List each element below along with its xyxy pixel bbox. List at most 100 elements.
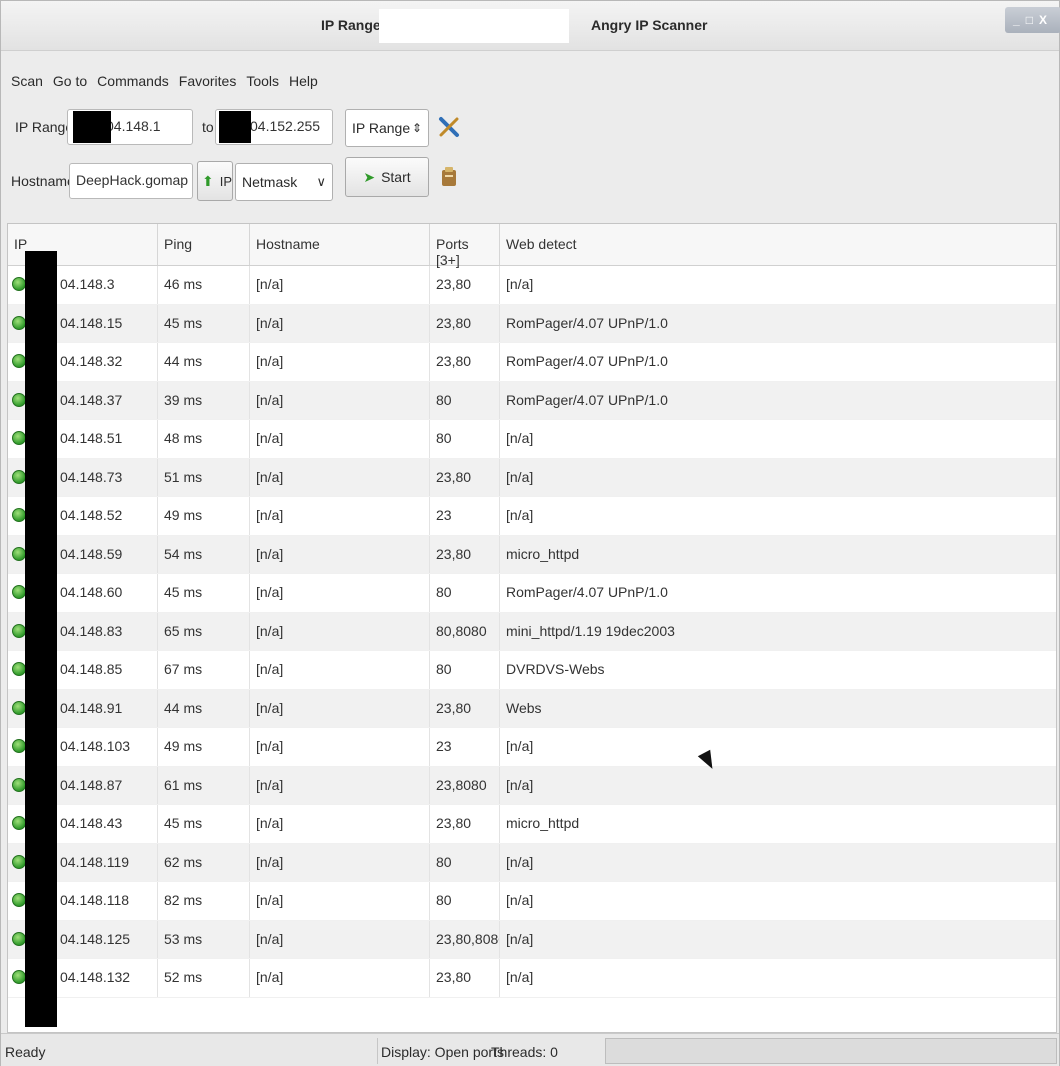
ip-address: 04.148.73: [60, 468, 123, 485]
cell-ports: 23,80: [430, 959, 500, 997]
status-bar: Ready Display: Open ports Threads: 0: [1, 1033, 1059, 1066]
cell-ping: 51 ms: [158, 458, 250, 496]
menu-goto[interactable]: Go to: [53, 73, 87, 89]
ip-lookup-button[interactable]: ⬆ IP: [197, 161, 233, 201]
netmask-select-value: Netmask: [242, 174, 298, 190]
columns-icon[interactable]: [437, 165, 461, 189]
ip-address: 04.148.60: [60, 584, 123, 600]
close-button[interactable]: X: [1039, 13, 1047, 27]
alive-green-dot-icon: [12, 700, 26, 715]
table-row[interactable]: 04.148.87 61 ms [n/a] 23,8080 [n/a]: [8, 766, 1056, 805]
alive-green-dot-icon: [12, 315, 26, 330]
cell-ports: 23,80: [430, 266, 500, 304]
status-threads: Threads: 0: [491, 1044, 558, 1060]
cell-hostname: [n/a]: [250, 343, 430, 381]
menu-favorites[interactable]: Favorites: [179, 73, 237, 89]
cell-ports: 23,80: [430, 304, 500, 342]
ip-address: 04.148.83: [60, 622, 123, 639]
ip-button-label: IP: [219, 173, 233, 189]
cell-ping: 44 ms: [158, 689, 250, 727]
cell-ping: 45 ms: [158, 805, 250, 843]
cell-hostname: [n/a]: [250, 882, 430, 920]
table-row[interactable]: 04.148.91 44 ms [n/a] 23,80 Webs: [8, 689, 1056, 728]
alive-green-dot-icon: [12, 277, 26, 291]
column-header-hostname[interactable]: Hostname: [250, 224, 430, 265]
netmask-select[interactable]: Netmask ∨: [235, 163, 333, 201]
start-button[interactable]: ➤ Start: [345, 157, 429, 197]
cell-ping: 67 ms: [158, 651, 250, 689]
cell-web-detect: [n/a]: [506, 892, 534, 908]
cell-web-detect: [n/a]: [506, 853, 534, 870]
cell-web-detect: Webs: [506, 699, 542, 716]
ip-address: 04.148.91: [60, 699, 123, 716]
maximize-button[interactable]: □: [1026, 13, 1033, 27]
column-header-web-detect[interactable]: Web detect: [500, 224, 1056, 265]
menu-bar: Scan Go to Commands Favorites Tools Help: [1, 65, 1059, 97]
ip-address: 04.148.87: [60, 776, 123, 793]
table-row[interactable]: 04.148.85 67 ms [n/a] 80 DVRDVS-Webs: [8, 651, 1056, 690]
menu-help[interactable]: Help: [289, 73, 318, 89]
table-row[interactable]: 04.148.119 62 ms [n/a] 80 [n/a]: [8, 843, 1056, 882]
cell-web-detect: micro_httpd: [506, 545, 580, 562]
table-row[interactable]: 04.148.59 54 ms [n/a] 23,80 micro_httpd: [8, 535, 1056, 574]
feeder-select[interactable]: IP Range ⇕: [345, 109, 429, 147]
cell-ports: 23,80,8080: [430, 920, 500, 958]
cell-hostname: [n/a]: [250, 612, 430, 650]
status-ready: Ready: [5, 1044, 46, 1060]
table-row[interactable]: 04.148.3 46 ms [n/a] 23,80 [n/a]: [8, 266, 1056, 305]
ip-address: 04.148.51: [60, 430, 123, 446]
cell-ping: 39 ms: [158, 381, 250, 419]
cell-web-detect: RomPager/4.07 UPnP/1.0: [506, 391, 668, 408]
cell-hostname: [n/a]: [250, 266, 430, 304]
cell-ports: 80: [430, 381, 500, 419]
ip-address: 04.148.37: [60, 391, 123, 408]
title-range-input[interactable]: [379, 9, 569, 43]
column-header-ports[interactable]: Ports [3+]: [430, 224, 500, 268]
cell-hostname: [n/a]: [250, 574, 430, 612]
alive-green-dot-icon: [12, 931, 26, 946]
up-arrow-icon: ⬆: [202, 172, 214, 189]
cell-ports: 23,8080: [430, 766, 500, 804]
table-row[interactable]: 04.148.83 65 ms [n/a] 80,8080 mini_httpd/1.1…: [8, 612, 1056, 651]
menu-scan[interactable]: Scan: [11, 73, 43, 89]
table-row[interactable]: 04.148.118 82 ms [n/a] 80 [n/a]: [8, 882, 1056, 921]
ip-address: 04.148.43: [60, 815, 123, 831]
table-row[interactable]: 04.148.73 51 ms [n/a] 23,80 [n/a]: [8, 458, 1056, 497]
cell-ports: 80: [430, 651, 500, 689]
cell-ports: 23,80: [430, 689, 500, 727]
cell-ping: 52 ms: [158, 959, 250, 997]
table-row[interactable]: 04.148.125 53 ms [n/a] 23,80,8080 [n/a]: [8, 920, 1056, 959]
cell-web-detect: RomPager/4.07 UPnP/1.0: [506, 584, 668, 600]
cell-hostname: [n/a]: [250, 766, 430, 804]
menu-tools[interactable]: Tools: [246, 73, 279, 89]
cell-web-detect: [n/a]: [506, 430, 534, 446]
ip-redaction-bar: [25, 251, 57, 1027]
chevron-down-icon: ∨: [316, 174, 326, 189]
table-row[interactable]: 04.148.103 49 ms [n/a] 23 [n/a]: [8, 728, 1056, 767]
cell-ports: 80: [430, 882, 500, 920]
cell-ports: 80,8080: [430, 612, 500, 650]
table-row[interactable]: 04.148.43 45 ms [n/a] 23,80 micro_httpd: [8, 805, 1056, 844]
cell-ping: 53 ms: [158, 920, 250, 958]
table-row[interactable]: 04.148.52 49 ms [n/a] 23 [n/a]: [8, 497, 1056, 536]
menu-commands[interactable]: Commands: [97, 73, 169, 89]
cell-ping: 46 ms: [158, 266, 250, 304]
table-row[interactable]: 04.148.51 48 ms [n/a] 80 [n/a]: [8, 420, 1056, 459]
table-row[interactable]: 04.148.15 45 ms [n/a] 23,80 RomPager/4.07 UP…: [8, 304, 1056, 343]
table-row[interactable]: 04.148.37 39 ms [n/a] 80 RomPager/4.07 UPnP/…: [8, 381, 1056, 420]
table-row[interactable]: 04.148.32 44 ms [n/a] 23,80 RomPager/4.07 UP…: [8, 343, 1056, 382]
alive-green-dot-icon: [12, 508, 26, 522]
table-row[interactable]: 04.148.132 52 ms [n/a] 23,80 [n/a]: [8, 959, 1056, 998]
hostname-input[interactable]: DeepHack.gomap: [69, 163, 193, 199]
table-row[interactable]: 04.148.60 45 ms [n/a] 80 RomPager/4.07 UPnP/…: [8, 574, 1056, 613]
ip-address: 04.148.103: [60, 738, 131, 754]
tools-icon[interactable]: [437, 115, 461, 139]
start-button-label: Start: [381, 169, 411, 185]
minimize-button[interactable]: _: [1013, 13, 1020, 27]
cell-ports: 23,80: [430, 343, 500, 381]
cell-hostname: [n/a]: [250, 805, 430, 843]
cell-web-detect: [n/a]: [506, 969, 534, 985]
cell-ping: 61 ms: [158, 766, 250, 804]
column-header-ping[interactable]: Ping: [158, 224, 250, 265]
spinner-updown-icon: ⇕: [411, 121, 422, 135]
